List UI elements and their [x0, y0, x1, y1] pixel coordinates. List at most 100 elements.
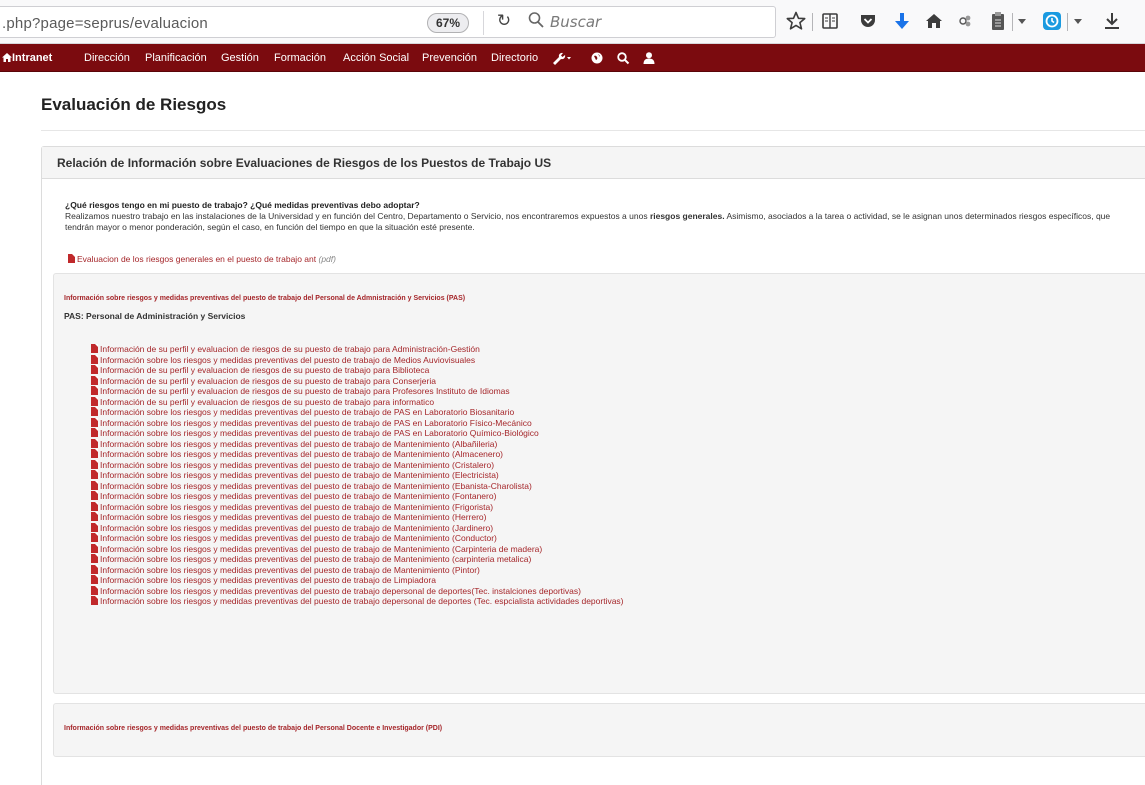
general-risks-link-label: Evaluacion de los riesgos generales en e… — [77, 254, 317, 264]
nav-item-prevencion[interactable]: Prevención — [422, 44, 477, 72]
search-icon — [528, 12, 544, 28]
pdf-file-icon — [91, 396, 98, 406]
search-box[interactable] — [528, 10, 768, 34]
pas-document-link[interactable]: Información sobre los riesgos y medidas … — [91, 596, 624, 607]
pdf-note: (pdf) — [318, 254, 336, 264]
pas-document-link[interactable]: Información sobre los riesgos y medidas … — [91, 491, 624, 502]
nav-item-accion-social[interactable]: Acción Social — [343, 44, 409, 72]
pas-document-link-label: Información sobre los riesgos y medidas … — [100, 575, 436, 585]
pas-document-link[interactable]: Información sobre los riesgos y medidas … — [91, 585, 624, 597]
pas-document-link[interactable]: Información sobre los riesgos y medidas … — [91, 428, 624, 439]
pas-document-link[interactable]: Información sobre los riesgos y medidas … — [91, 512, 624, 523]
home-icon[interactable] — [922, 8, 946, 34]
pas-document-link[interactable]: Información de su perfil y evaluacion de… — [91, 365, 624, 376]
pas-document-link[interactable]: Información de su perfil y evaluacion de… — [91, 386, 624, 397]
intro-paragraph: Realizamos nuestro trabajo en las instal… — [65, 211, 1125, 233]
clipboard-icon[interactable] — [986, 8, 1010, 34]
pdf-file-icon — [91, 564, 98, 574]
pas-document-link-label: Información sobre los riesgos y medidas … — [100, 554, 532, 564]
pas-document-link[interactable]: Información sobre los riesgos y medidas … — [91, 543, 624, 555]
star-icon[interactable] — [784, 8, 808, 34]
pas-document-link[interactable]: Información sobre los riesgos y medidas … — [91, 417, 624, 429]
pas-document-link-label: Información sobre los riesgos y medidas … — [100, 417, 532, 428]
pas-document-link-label: Información sobre los riesgos y medidas … — [100, 596, 624, 606]
pas-document-link-label: Información sobre los riesgos y medidas … — [100, 543, 543, 554]
pdf-file-icon — [91, 512, 98, 521]
pas-document-link-label: Información sobre los riesgos y medidas … — [100, 480, 532, 491]
pas-document-link-label: Información sobre los riesgos y medidas … — [100, 564, 480, 575]
extension-icon[interactable] — [954, 8, 978, 34]
user-icon[interactable] — [642, 51, 656, 65]
pas-document-link-label: Información de su perfil y evaluacion de… — [100, 344, 480, 354]
wrench-icon[interactable] — [551, 51, 573, 65]
zoom-indicator[interactable]: 67% — [427, 13, 469, 33]
pas-document-link[interactable]: Información sobre los riesgos y medidas … — [91, 438, 624, 450]
pas-section-header[interactable]: Información sobre riesgos y medidas prev… — [64, 295, 465, 302]
pdf-file-icon — [91, 501, 98, 511]
pas-document-link[interactable]: Información sobre los riesgos y medidas … — [91, 575, 624, 586]
download-arrow-icon[interactable] — [890, 8, 914, 34]
pas-document-link[interactable]: Información sobre los riesgos y medidas … — [91, 459, 624, 471]
toolbar-divider — [812, 13, 813, 31]
pdf-file-icon — [91, 575, 98, 584]
pas-document-link-label: Información sobre los riesgos y medidas … — [100, 501, 494, 512]
pas-document-link-label: Información de su perfil y evaluacion de… — [100, 375, 436, 386]
pas-document-link-label: Información sobre los riesgos y medidas … — [100, 512, 487, 522]
pas-document-link[interactable]: Información sobre los riesgos y medidas … — [91, 407, 624, 418]
nav-item-direccion[interactable]: Dirección — [84, 44, 130, 72]
reader-icon[interactable] — [818, 8, 842, 34]
reload-icon[interactable]: ↻ — [494, 11, 514, 33]
pas-document-link[interactable]: Información sobre los riesgos y medidas … — [91, 564, 624, 576]
pdi-section-header[interactable]: Información sobre riesgos y medidas prev… — [64, 725, 442, 732]
pas-document-link[interactable]: Información sobre los riesgos y medidas … — [91, 470, 624, 481]
title-divider — [41, 130, 1145, 131]
pas-document-link[interactable]: Información sobre los riesgos y medidas … — [91, 449, 624, 460]
pdf-file-icon — [91, 428, 98, 437]
pas-document-link[interactable]: Información de su perfil y evaluacion de… — [91, 344, 624, 355]
pas-document-link[interactable]: Información sobre los riesgos y medidas … — [91, 533, 624, 544]
url-separator — [483, 11, 484, 35]
menu-caret-icon[interactable] — [1014, 8, 1030, 34]
pas-document-link[interactable]: Información de su perfil y evaluacion de… — [91, 396, 624, 408]
nav-brand-intranet[interactable]: Intranet — [2, 44, 52, 72]
download-icon[interactable] — [1100, 8, 1124, 34]
pdf-file-icon — [91, 459, 98, 469]
nav-item-formacion[interactable]: Formación — [274, 44, 326, 72]
risk-info-panel: Relación de Información sobre Evaluacion… — [41, 146, 1145, 785]
globe-icon[interactable] — [590, 51, 604, 65]
pas-document-link[interactable]: Información sobre los riesgos y medidas … — [91, 554, 624, 565]
browser-toolbar: .php?page=seprus/evaluacion 67% ↻ — [0, 0, 1145, 44]
pas-document-link[interactable]: Información sobre los riesgos y medidas … — [91, 522, 624, 534]
pdf-file-icon — [91, 543, 98, 553]
pas-document-link-label: Información sobre los riesgos y medidas … — [100, 522, 494, 533]
pas-document-link[interactable]: Información sobre los riesgos y medidas … — [91, 501, 624, 513]
pas-document-link-label: Información de su perfil y evaluacion de… — [100, 365, 430, 375]
pdf-file-icon — [91, 554, 98, 563]
pdf-file-icon — [91, 386, 98, 395]
pas-document-link[interactable]: Información sobre los riesgos y medidas … — [91, 354, 624, 366]
search-icon[interactable] — [616, 51, 630, 65]
pocket-icon[interactable] — [856, 8, 880, 34]
nav-item-planificacion[interactable]: Planificación — [145, 44, 207, 72]
pdf-file-icon — [68, 254, 75, 263]
pas-document-link-label: Información de su perfil y evaluacion de… — [100, 386, 510, 396]
pas-document-link[interactable]: Información sobre los riesgos y medidas … — [91, 480, 624, 492]
pdf-file-icon — [91, 470, 98, 479]
page-title: Evaluación de Riesgos — [41, 95, 227, 114]
pas-section: Información sobre riesgos y medidas prev… — [53, 273, 1145, 694]
nav-item-directorio[interactable]: Directorio — [491, 44, 538, 72]
pas-document-link-label: Información sobre los riesgos y medidas … — [100, 438, 498, 449]
pdf-file-icon — [91, 354, 98, 364]
pas-document-link[interactable]: Información de su perfil y evaluacion de… — [91, 375, 624, 387]
intro-text-start: Realizamos nuestro trabajo en las instal… — [65, 211, 650, 221]
nav-item-gestion[interactable]: Gestión — [221, 44, 259, 72]
pas-document-link-label: Información sobre los riesgos y medidas … — [100, 449, 504, 459]
menu-caret-icon[interactable] — [1070, 8, 1086, 34]
url-text[interactable]: .php?page=seprus/evaluacion — [2, 15, 208, 32]
main-navbar: Intranet Dirección Planificación Gestión… — [0, 44, 1145, 72]
search-input[interactable] — [550, 10, 750, 34]
pas-document-link-label: Información sobre los riesgos y medidas … — [100, 407, 515, 417]
pas-document-link-label: Información sobre los riesgos y medidas … — [100, 354, 476, 365]
general-risks-link[interactable]: Evaluacion de los riesgos generales en e… — [68, 254, 336, 264]
download-clock-icon[interactable] — [1040, 8, 1064, 34]
